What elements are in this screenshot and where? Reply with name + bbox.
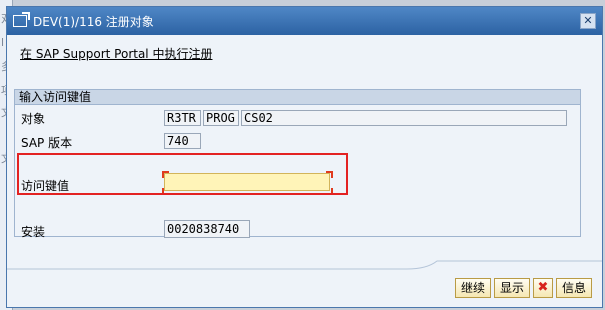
object-label: 对象 bbox=[21, 112, 46, 126]
install-label: 安装 bbox=[21, 225, 46, 239]
continue-button[interactable]: 继续 bbox=[454, 278, 491, 298]
edit-object-icon bbox=[13, 12, 30, 27]
bg-char: l bbox=[1, 36, 5, 49]
required-marker bbox=[162, 171, 169, 178]
sap-support-portal-link[interactable]: 在 SAP Support Portal 中执行注册 bbox=[20, 45, 212, 62]
footer-divider bbox=[7, 260, 602, 270]
access-key-input[interactable] bbox=[164, 173, 330, 191]
register-object-dialog: DEV(1)/116 注册对象 ✕ 在 SAP Support Portal 中… bbox=[6, 6, 603, 308]
access-key-label: 访问键值 bbox=[21, 179, 70, 193]
dialog-title: DEV(1)/116 注册对象 bbox=[33, 14, 154, 29]
button-bar: 继续 显示 ✖ 信息 bbox=[454, 278, 592, 298]
object-name-field: CS02 bbox=[241, 110, 567, 126]
cancel-icon[interactable]: ✖ bbox=[532, 278, 553, 298]
required-marker bbox=[326, 171, 333, 178]
close-icon[interactable]: ✕ bbox=[580, 13, 596, 29]
info-button[interactable]: 信息 bbox=[555, 278, 592, 298]
display-button[interactable]: 显示 bbox=[493, 278, 530, 298]
access-key-group: 输入访问键值 对象 R3TR PROG CS02 SAP 版本 740 访问键值… bbox=[14, 89, 581, 239]
object-type-field: PROG bbox=[203, 110, 239, 126]
required-marker bbox=[326, 188, 333, 195]
sap-version-field: 740 bbox=[164, 133, 201, 149]
required-marker bbox=[162, 188, 169, 195]
group-header: 输入访问键值 bbox=[15, 90, 580, 105]
object-pgmid-field: R3TR bbox=[164, 110, 201, 126]
install-field: 0020838740 bbox=[164, 220, 250, 238]
sap-version-label: SAP 版本 bbox=[21, 136, 73, 150]
dialog-titlebar[interactable]: DEV(1)/116 注册对象 bbox=[7, 7, 602, 35]
